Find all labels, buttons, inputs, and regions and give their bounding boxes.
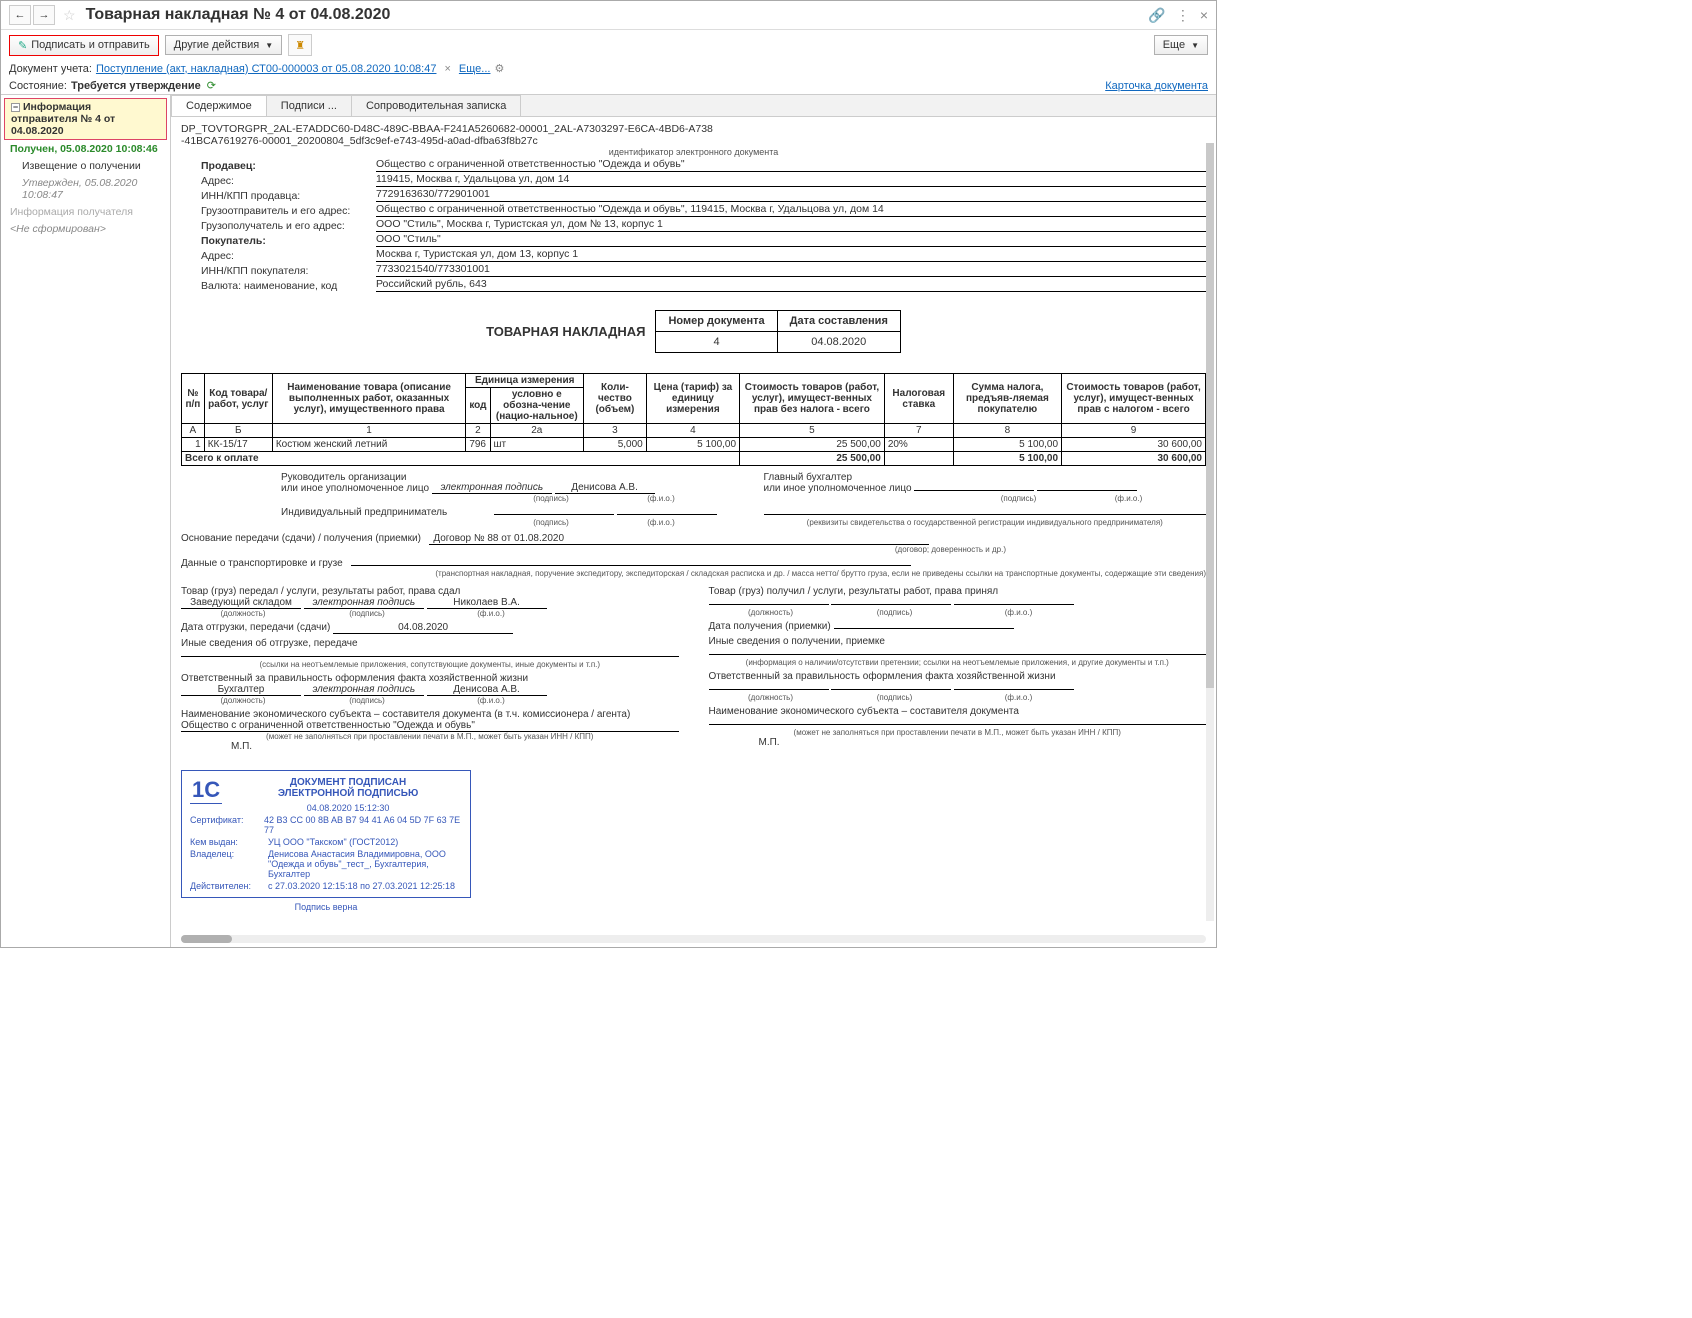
stamp-valid-caption: Подпись верна xyxy=(181,902,471,912)
clear-doc-link[interactable]: × xyxy=(444,63,450,75)
vertical-scrollbar[interactable] xyxy=(1206,143,1214,921)
accounting-doc-link[interactable]: Поступление (акт, накладная) СТ00-000003… xyxy=(96,63,437,75)
sidebar-recipient-info: Информация получателя xyxy=(4,204,167,220)
close-button[interactable]: × xyxy=(1200,7,1208,23)
sign-and-send-button[interactable]: ✎ Подписать и отправить xyxy=(9,35,159,56)
signature-stamp: 1С ДОКУМЕНТ ПОДПИСАН ЭЛЕКТРОННОЙ ПОДПИСЬ… xyxy=(181,770,471,898)
link-icon[interactable]: 🔗 xyxy=(1148,7,1165,24)
tab-signatures[interactable]: Подписи ... xyxy=(266,95,352,116)
back-button[interactable]: ← xyxy=(9,5,31,25)
document-card-link[interactable]: Карточка документа xyxy=(1105,80,1208,92)
items-table: № п/п Код товара/ работ, услуг Наименова… xyxy=(181,373,1206,466)
gear-icon[interactable]: ⚙ xyxy=(494,62,504,75)
document-type-heading: ТОВАРНАЯ НАКЛАДНАЯ xyxy=(486,324,645,339)
tab-cover-note[interactable]: Сопроводительная записка xyxy=(351,95,521,116)
status-label: Состояние: xyxy=(9,80,67,92)
menu-dots-icon[interactable]: ⋮ xyxy=(1176,7,1190,24)
doc-number-date-table: Номер документаДата составления 404.08.2… xyxy=(655,310,900,353)
window-title: Товарная накладная № 4 от 04.08.2020 xyxy=(86,6,1139,24)
doc-id-line2: -41BCA7619276-00001_20200804_5df3c9ef-e7… xyxy=(181,135,1206,147)
collapse-icon[interactable]: − xyxy=(11,103,20,112)
chevron-down-icon: ▼ xyxy=(265,41,273,50)
table-row: 1КК-15/17Костюм женский летний 796шт5,00… xyxy=(182,438,1206,452)
status-value: Требуется утверждение xyxy=(71,80,201,92)
forward-button[interactable]: → xyxy=(33,5,55,25)
stamp-logo-icon: 1С xyxy=(190,777,222,804)
tab-content[interactable]: Содержимое xyxy=(171,95,267,116)
doc-id-caption: идентификатор электронного документа xyxy=(181,147,1206,157)
document-view: DP_TOVTORGPR_2AL-E7ADDC60-D48C-489C-BBAA… xyxy=(171,117,1216,931)
table-total-row: Всего к оплате 25 500,00 5 100,0030 600,… xyxy=(182,452,1206,466)
sidebar-receipt-notice[interactable]: Извещение о получении xyxy=(4,158,167,174)
sidebar-approved-status: Утвержден, 05.08.2020 10:08:47 xyxy=(4,175,167,203)
sidebar-not-formed: <Не сформирован> xyxy=(4,221,167,237)
more-button[interactable]: Еще ▼ xyxy=(1154,35,1208,55)
chevron-down-icon: ▼ xyxy=(1191,41,1199,50)
sidebar: −Информация отправителя № 4 от 04.08.202… xyxy=(1,95,171,947)
structure-button[interactable]: ♜ xyxy=(288,34,312,56)
other-actions-button[interactable]: Другие действия ▼ xyxy=(165,35,282,55)
sidebar-received-status: Получен, 05.08.2020 10:08:46 xyxy=(4,141,167,157)
sign-icon: ✎ xyxy=(18,39,27,52)
hierarchy-icon: ♜ xyxy=(295,39,305,52)
scroll-thumb[interactable] xyxy=(1206,143,1214,688)
sidebar-sender-info[interactable]: −Информация отправителя № 4 от 04.08.202… xyxy=(4,98,167,140)
horizontal-scrollbar[interactable] xyxy=(181,935,1206,943)
accounting-doc-label: Документ учета: xyxy=(9,63,92,75)
doc-id-line1: DP_TOVTORGPR_2AL-E7ADDC60-D48C-489C-BBAA… xyxy=(181,123,1206,135)
favorite-star-icon[interactable]: ☆ xyxy=(63,7,76,24)
more-docs-link[interactable]: Еще... xyxy=(459,63,491,75)
scroll-thumb[interactable] xyxy=(181,935,232,943)
refresh-icon[interactable]: ⟳ xyxy=(207,79,216,92)
